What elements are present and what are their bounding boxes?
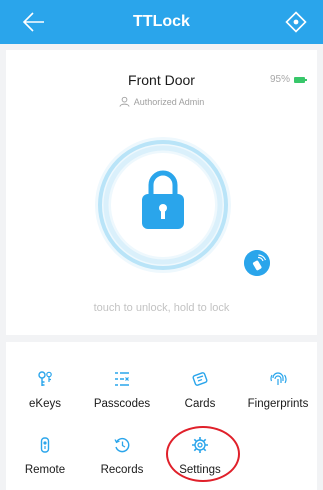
user-role: Authorized Admin xyxy=(6,96,317,107)
card-icon xyxy=(192,372,208,386)
ekeys-label: eKeys xyxy=(29,398,61,410)
app-title: TTLock xyxy=(133,13,190,30)
ekeys-button[interactable]: eKeys xyxy=(6,370,84,422)
cards-label: Cards xyxy=(184,398,216,410)
unlock-hint: touch to unlock, hold to lock xyxy=(93,302,230,314)
remote-unlock-icon[interactable] xyxy=(244,250,270,276)
fingerprints-label: Fingerprints xyxy=(247,398,309,410)
feature-grid: eKeys Passcodes Cards Fingerprints Remot… xyxy=(6,342,317,490)
fingerprints-button[interactable]: Fingerprints xyxy=(239,370,317,422)
battery-percent: 95% xyxy=(269,74,290,85)
passcode-icon xyxy=(115,372,129,386)
remote-icon xyxy=(40,437,50,453)
role-label: Authorized Admin xyxy=(133,96,205,107)
records-button[interactable]: Records xyxy=(83,436,161,488)
ekey-icon xyxy=(38,371,52,386)
settings-highlight-circle xyxy=(166,426,240,482)
remote-button[interactable]: Remote xyxy=(6,436,84,488)
passcodes-label: Passcodes xyxy=(93,398,151,410)
unlock-button[interactable] xyxy=(93,135,233,275)
scan-icon[interactable] xyxy=(285,11,307,33)
cards-button[interactable]: Cards xyxy=(161,370,239,422)
fingerprint-icon xyxy=(270,372,287,385)
remote-label: Remote xyxy=(24,464,66,476)
app-header: TTLock xyxy=(0,0,323,44)
passcodes-button[interactable]: Passcodes xyxy=(83,370,161,422)
user-icon xyxy=(119,96,130,107)
battery-indicator: 95% xyxy=(269,74,307,85)
records-label: Records xyxy=(100,464,144,476)
lock-card: Front Door 95% Authorized Admin touch to… xyxy=(6,50,317,335)
battery-icon xyxy=(294,76,307,83)
records-icon xyxy=(114,437,130,453)
